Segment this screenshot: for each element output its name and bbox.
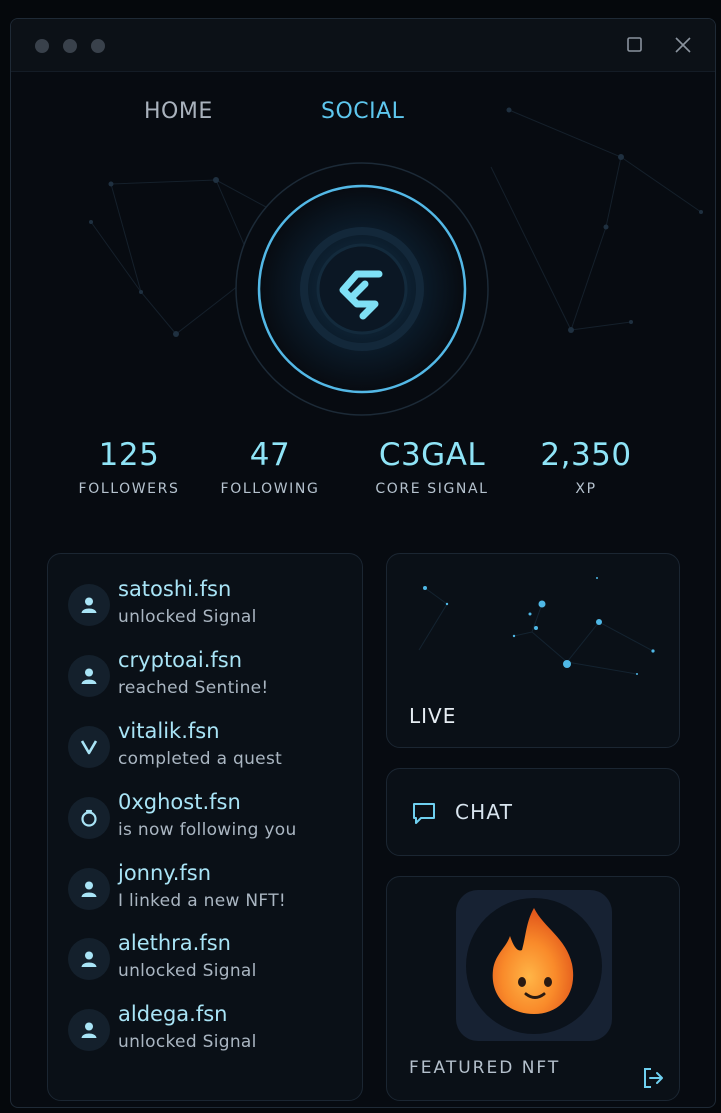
feed-item[interactable]: alethra.fsn unlocked Signal	[68, 930, 358, 990]
feed-item[interactable]: cryptoai.fsn reached Sentine!	[68, 647, 358, 707]
stat-value: C3GAL	[378, 437, 486, 473]
feed-action: reached Sentine!	[118, 678, 269, 698]
live-panel[interactable]: LIVE	[386, 553, 680, 748]
window-dot-2[interactable]	[63, 39, 77, 53]
stat-label: CORE SIGNAL	[375, 481, 489, 497]
feed-user-name[interactable]: 0xghost.fsn	[118, 790, 241, 814]
stat-label: FOLLOWING	[220, 481, 320, 497]
flame-mascot-icon	[492, 908, 574, 1014]
live-label: LIVE	[409, 704, 457, 728]
feed-user-name[interactable]: cryptoai.fsn	[118, 648, 242, 672]
chat-button[interactable]: CHAT	[386, 768, 680, 856]
tab-social[interactable]: SOCIAL	[321, 99, 404, 124]
user-icon	[81, 881, 97, 897]
feed-item[interactable]: aldega.fsn unlocked Signal	[68, 1001, 358, 1061]
user-icon	[81, 597, 97, 613]
user-icon	[81, 951, 97, 967]
avatar	[68, 938, 110, 980]
window-dot-1[interactable]	[35, 39, 49, 53]
feed-action: unlocked Signal	[118, 961, 257, 981]
chevron-v-icon	[80, 740, 98, 755]
feed-user-name[interactable]: jonny.fsn	[118, 861, 211, 885]
user-icon	[81, 668, 97, 684]
avatar	[68, 797, 110, 839]
chat-bubble-icon	[413, 803, 435, 824]
feed-user-name[interactable]: aldega.fsn	[118, 1002, 227, 1026]
ring-icon	[81, 809, 97, 827]
stat-value: 125	[98, 437, 160, 473]
live-network-visual	[418, 577, 655, 675]
stat-value: 47	[249, 437, 291, 473]
stat-following[interactable]: 47 FOLLOWING	[195, 437, 345, 497]
maximize-icon[interactable]	[625, 35, 645, 55]
avatar	[68, 726, 110, 768]
feed-item[interactable]: jonny.fsn I linked a new NFT!	[68, 860, 358, 920]
feed-action: unlocked Signal	[118, 607, 257, 627]
logout-icon[interactable]	[641, 1066, 665, 1090]
core-signal-emblem	[235, 162, 489, 416]
avatar	[68, 868, 110, 910]
window-dot-3[interactable]	[91, 39, 105, 53]
avatar	[68, 1009, 110, 1051]
stat-label: XP	[575, 481, 597, 497]
avatar	[68, 584, 110, 626]
stat-core-signal[interactable]: C3GAL CORE SIGNAL	[357, 437, 507, 497]
stat-value: 2,350	[540, 437, 632, 473]
feed-item[interactable]: 0xghost.fsn is now following you	[68, 789, 358, 849]
stat-xp[interactable]: 2,350 XP	[511, 437, 661, 497]
stat-followers[interactable]: 125 FOLLOWERS	[54, 437, 204, 497]
chat-label: CHAT	[455, 800, 514, 824]
feed-action: completed a quest	[118, 749, 283, 769]
user-icon	[81, 1022, 97, 1038]
stat-label: FOLLOWERS	[78, 481, 180, 497]
feed-user-name[interactable]: alethra.fsn	[118, 931, 231, 955]
feed-item[interactable]: satoshi.fsn unlocked Signal	[68, 576, 358, 636]
nft-image-frame[interactable]	[456, 890, 612, 1041]
close-icon[interactable]	[673, 35, 693, 55]
feed-item[interactable]: vitalik.fsn completed a quest	[68, 718, 358, 778]
feed-action: I linked a new NFT!	[118, 891, 286, 911]
featured-nft-label: FEATURED NFT	[409, 1058, 561, 1078]
avatar	[68, 655, 110, 697]
feed-user-name[interactable]: vitalik.fsn	[118, 719, 220, 743]
feed-action: is now following you	[118, 820, 297, 840]
feed-action: unlocked Signal	[118, 1032, 257, 1052]
title-bar	[11, 19, 715, 72]
feed-user-name[interactable]: satoshi.fsn	[118, 577, 231, 601]
tab-home[interactable]: HOME	[144, 99, 213, 124]
featured-nft-panel[interactable]: FEATURED NFT	[386, 876, 680, 1101]
app-window: HOME SOCIAL 125 FOLLOWERS 47 FOLLOWING C…	[10, 18, 716, 1108]
activity-feed: satoshi.fsn unlocked Signal cryptoai.fsn…	[47, 553, 363, 1101]
main-content: HOME SOCIAL 125 FOLLOWERS 47 FOLLOWING C…	[11, 72, 715, 1107]
